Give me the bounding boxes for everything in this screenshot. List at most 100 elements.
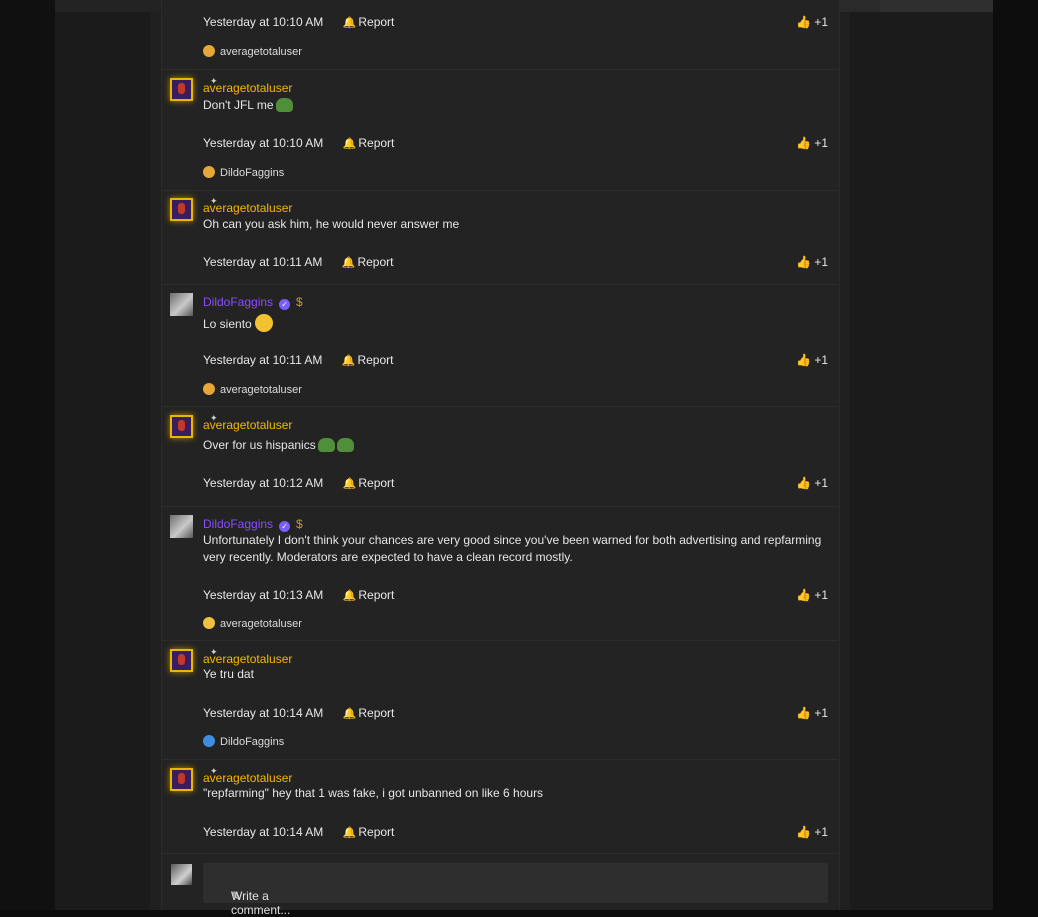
username-text[interactable]: DildoFaggins bbox=[203, 517, 273, 531]
dollar-badge: $ bbox=[296, 517, 303, 531]
like-button[interactable]: 👍 +1 bbox=[796, 588, 828, 602]
comment: ✦ averagetotaluser "repfarming" hey that… bbox=[161, 759, 838, 854]
thumbs-up-icon: 👍 bbox=[796, 588, 812, 602]
like-button[interactable]: 👍 +1 bbox=[796, 825, 828, 839]
username[interactable]: DildoFaggins ✓ $ bbox=[203, 517, 303, 532]
comment: ✦ averagetotaluser Oh can you ask him, h… bbox=[161, 190, 838, 285]
reaction-user: DildoFaggins bbox=[220, 736, 285, 748]
report-button[interactable]: 🔔 Report bbox=[343, 706, 395, 720]
comment-time[interactable]: Yesterday at 10:14 AM bbox=[203, 825, 323, 839]
comment-text: Don't JFL me bbox=[203, 97, 823, 114]
reaction-summary[interactable]: averagetotaluser bbox=[203, 45, 302, 58]
bell-icon: 🔔 bbox=[342, 138, 357, 150]
thumbs-up-icon: 👍 bbox=[796, 136, 812, 150]
username[interactable]: averagetotaluser bbox=[203, 81, 292, 95]
comment-text: Oh can you ask him, he would never answe… bbox=[203, 217, 460, 231]
reaction-user: averagetotaluser bbox=[220, 384, 302, 396]
comment-time[interactable]: Yesterday at 10:11 AM bbox=[203, 255, 322, 269]
comment-time[interactable]: Yesterday at 10:10 AM bbox=[203, 136, 323, 150]
report-button[interactable]: 🔔 Report bbox=[342, 255, 394, 269]
bell-icon: 🔔 bbox=[342, 17, 357, 29]
avatar[interactable] bbox=[170, 515, 193, 538]
avatar[interactable] bbox=[170, 78, 193, 101]
bell-icon: 🔔 bbox=[342, 827, 357, 839]
comment-time[interactable]: Yesterday at 10:12 AM bbox=[203, 476, 323, 490]
like-button[interactable]: 👍 +1 bbox=[796, 476, 828, 490]
report-button[interactable]: 🔔 Report bbox=[343, 15, 395, 29]
username[interactable]: averagetotaluser bbox=[203, 771, 292, 785]
verified-badge-icon: ✓ bbox=[279, 299, 291, 310]
comment-time[interactable]: Yesterday at 10:14 AM bbox=[203, 706, 323, 720]
reaction-summary[interactable]: DildoFaggins bbox=[203, 735, 284, 748]
reaction-summary[interactable]: averagetotaluser bbox=[203, 383, 302, 396]
verified-badge-icon: ✓ bbox=[279, 521, 291, 532]
report-button[interactable]: 🔔 Report bbox=[342, 353, 394, 367]
username[interactable]: averagetotaluser bbox=[203, 652, 292, 666]
comment-time[interactable]: Yesterday at 10:11 AM bbox=[203, 353, 322, 367]
avatar[interactable] bbox=[170, 768, 193, 791]
comment-time[interactable]: Yesterday at 10:10 AM bbox=[203, 15, 323, 29]
like-button[interactable]: 👍 +1 bbox=[796, 255, 828, 269]
like-button[interactable]: 👍 +1 bbox=[796, 353, 828, 367]
comment-text: Over for us hispanics bbox=[203, 437, 823, 454]
thumbs-up-icon: 👍 bbox=[796, 353, 812, 367]
bell-icon: 🔔 bbox=[342, 478, 357, 490]
bell-icon: 🔔 bbox=[341, 257, 356, 269]
comment: ✦ averagetotaluser Ye tru dat Yesterday … bbox=[161, 640, 838, 760]
avatar[interactable] bbox=[170, 293, 193, 316]
reaction-emoji-icon bbox=[203, 383, 215, 395]
comment: ✦ averagetotaluser Over for us hispanics… bbox=[161, 406, 838, 507]
comment-meta: Yesterday at 10:14 AM 🔔 Report bbox=[203, 706, 394, 720]
comment-meta: Yesterday at 10:11 AM 🔔 Report bbox=[203, 255, 394, 269]
pepe-emoji-icon bbox=[317, 438, 335, 452]
like-button[interactable]: 👍 +1 bbox=[796, 706, 828, 720]
reaction-user: averagetotaluser bbox=[220, 46, 302, 58]
bell-icon: 🔔 bbox=[341, 355, 356, 367]
like-button[interactable]: 👍 +1 bbox=[796, 136, 828, 150]
like-button[interactable]: 👍 +1 bbox=[796, 15, 828, 29]
pepe-emoji-icon bbox=[336, 438, 354, 452]
comment-text: Unfortunately I don't think your chances… bbox=[203, 533, 822, 564]
bell-icon: 🔔 bbox=[342, 590, 357, 602]
comment-text: "repfarming" hey that 1 was fake, i got … bbox=[203, 786, 544, 800]
current-user-avatar[interactable] bbox=[171, 864, 192, 885]
comment: ✦ averagetotaluser Don't JFL me Yesterda… bbox=[161, 69, 838, 191]
report-button[interactable]: 🔔 Report bbox=[343, 476, 395, 490]
comment: DildoFaggins ✓ $ Unfortunately I don't thi… bbox=[161, 506, 838, 641]
reaction-user: averagetotaluser bbox=[220, 618, 302, 630]
comment-text: Ye tru dat bbox=[203, 667, 254, 681]
bell-icon: 🔔 bbox=[342, 708, 357, 720]
reaction-like-icon bbox=[203, 735, 215, 747]
comment-time[interactable]: Yesterday at 10:13 AM bbox=[203, 588, 323, 602]
comment-meta: Yesterday at 10:10 AM 🔔 Report bbox=[203, 15, 394, 29]
thumbs-up-icon: 👍 bbox=[796, 825, 812, 839]
thumbs-up-icon: 👍 bbox=[796, 255, 812, 269]
avatar[interactable] bbox=[170, 198, 193, 221]
avatar[interactable] bbox=[170, 649, 193, 672]
username[interactable]: DildoFaggins ✓ $ bbox=[203, 295, 303, 310]
write-comment-input[interactable]: ✎ Write a comment... bbox=[203, 863, 828, 917]
avatar[interactable] bbox=[170, 415, 193, 438]
comment-meta: Yesterday at 10:13 AM 🔔 Report bbox=[203, 588, 394, 602]
thumbs-up-icon: 👍 bbox=[796, 15, 812, 29]
report-button[interactable]: 🔔 Report bbox=[343, 588, 395, 602]
comment-meta: Yesterday at 10:12 AM 🔔 Report bbox=[203, 476, 394, 490]
reaction-emoji-icon bbox=[203, 45, 215, 57]
username[interactable]: averagetotaluser bbox=[203, 418, 292, 432]
reaction-emoji-icon bbox=[203, 617, 215, 629]
comment-text: Lo siento bbox=[203, 314, 823, 333]
username[interactable]: averagetotaluser bbox=[203, 201, 292, 215]
comment-meta: Yesterday at 10:14 AM 🔔 Report bbox=[203, 825, 394, 839]
username-text[interactable]: DildoFaggins bbox=[203, 295, 273, 309]
report-button[interactable]: 🔔 Report bbox=[343, 136, 395, 150]
thumbs-up-icon: 👍 bbox=[796, 706, 812, 720]
comment-meta: Yesterday at 10:11 AM 🔔 Report bbox=[203, 353, 394, 367]
comment-meta: Yesterday at 10:10 AM 🔔 Report bbox=[203, 136, 394, 150]
reaction-user: DildoFaggins bbox=[220, 167, 285, 179]
reaction-summary[interactable]: averagetotaluser bbox=[203, 617, 302, 630]
reaction-summary[interactable]: DildoFaggins bbox=[203, 166, 284, 179]
top-bar-right bbox=[880, 0, 993, 12]
report-button[interactable]: 🔔 Report bbox=[343, 825, 395, 839]
dollar-badge: $ bbox=[296, 295, 303, 309]
pepe-emoji-icon bbox=[275, 98, 293, 112]
